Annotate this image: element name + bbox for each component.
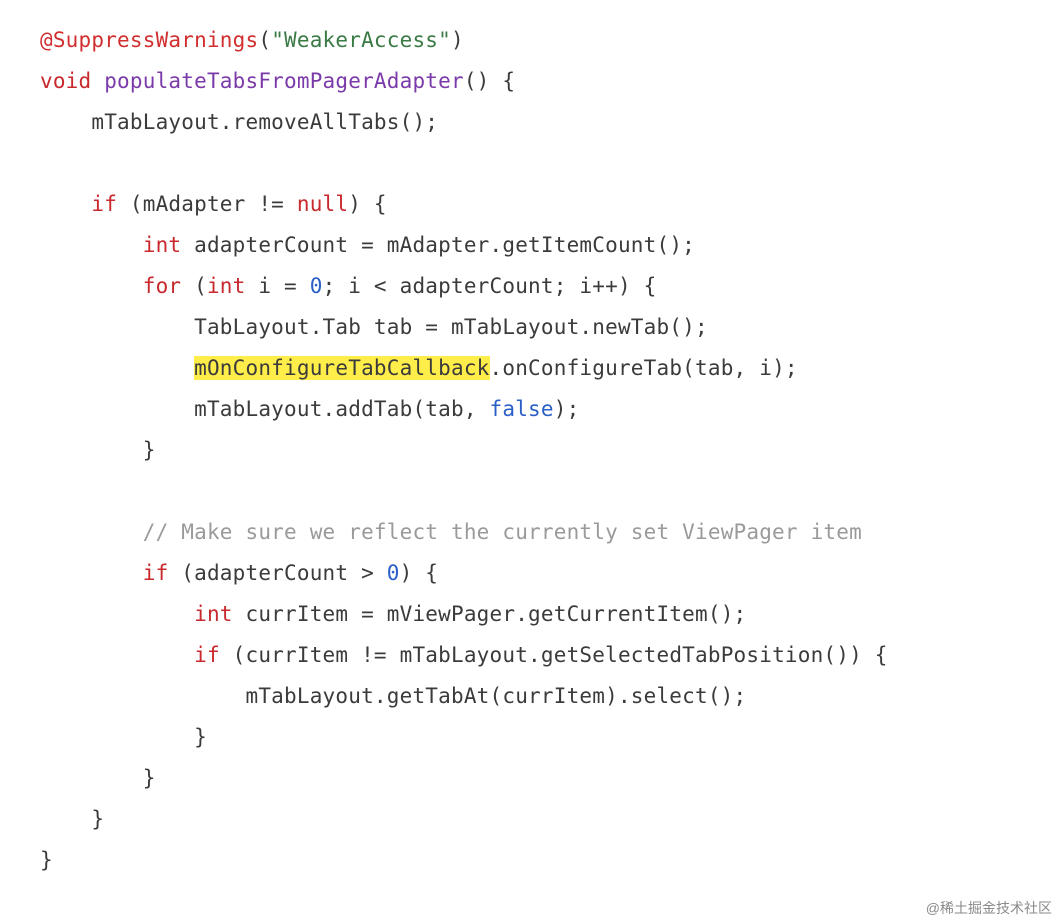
code-line: mOnConfigureTabCallback.onConfigureTab(t…: [40, 356, 798, 380]
keyword-token: if: [194, 643, 220, 667]
text-token: (currItem != mTabLayout.getSelectedTabPo…: [220, 643, 888, 667]
watermark-text: @稀土掘金技术社区: [926, 898, 1052, 918]
code-line: // Make sure we reflect the currently se…: [40, 520, 862, 544]
code-line: TabLayout.Tab tab = mTabLayout.newTab();: [40, 315, 708, 339]
indent-token: [40, 274, 143, 298]
code-line: }: [40, 766, 156, 790]
type-token: int: [143, 233, 182, 257]
code-line: }: [40, 848, 53, 872]
code-line: mTabLayout.getTabAt(currItem).select();: [40, 684, 746, 708]
indent-token: [40, 602, 194, 626]
code-line: if (currItem != mTabLayout.getSelectedTa…: [40, 643, 888, 667]
code-line: @SuppressWarnings("WeakerAccess"): [40, 28, 464, 52]
text-token: (adapterCount >: [168, 561, 386, 585]
method-decl-token: populateTabsFromPagerAdapter: [91, 69, 463, 93]
highlighted-token: mOnConfigureTabCallback: [194, 356, 489, 380]
code-line: int currItem = mViewPager.getCurrentItem…: [40, 602, 746, 626]
text-token: ; i < adapterCount; i++) {: [323, 274, 657, 298]
text-token: );: [554, 397, 580, 421]
code-line: mTabLayout.addTab(tab, false);: [40, 397, 579, 421]
code-line: void populateTabsFromPagerAdapter() {: [40, 69, 515, 93]
number-token: 0: [387, 561, 400, 585]
code-block: @SuppressWarnings("WeakerAccess") void p…: [0, 0, 1060, 901]
punct-token: ): [451, 28, 464, 52]
comment-token: // Make sure we reflect the currently se…: [143, 520, 862, 544]
text-token: () {: [464, 69, 515, 93]
indent-token: [40, 356, 194, 380]
text-token: (: [181, 274, 207, 298]
code-line: if (mAdapter != null) {: [40, 192, 387, 216]
code-line: }: [40, 807, 104, 831]
code-line: mTabLayout.removeAllTabs();: [40, 110, 438, 134]
text-token: ) {: [400, 561, 439, 585]
text-token: currItem = mViewPager.getCurrentItem();: [233, 602, 747, 626]
text-token: adapterCount = mAdapter.getItemCount();: [181, 233, 695, 257]
indent-token: [40, 561, 143, 585]
text-token: .onConfigureTab(tab, i);: [490, 356, 798, 380]
text-token: mTabLayout.addTab(tab,: [40, 397, 490, 421]
indent-token: [40, 233, 143, 257]
keyword-token: null: [297, 192, 348, 216]
keyword-token: void: [40, 69, 91, 93]
type-token: int: [207, 274, 246, 298]
code-line: if (adapterCount > 0) {: [40, 561, 438, 585]
string-token: "WeakerAccess": [271, 28, 451, 52]
code-line: }: [40, 438, 156, 462]
keyword-token: for: [143, 274, 182, 298]
indent-token: [40, 643, 194, 667]
annotation-token: @SuppressWarnings: [40, 28, 258, 52]
text-token: ) {: [348, 192, 387, 216]
keyword-token: if: [91, 192, 117, 216]
text-token: (mAdapter !=: [117, 192, 297, 216]
literal-token: false: [490, 397, 554, 421]
text-token: i =: [246, 274, 310, 298]
indent-token: [40, 192, 91, 216]
code-line: }: [40, 725, 207, 749]
number-token: 0: [310, 274, 323, 298]
indent-token: [40, 520, 143, 544]
code-line: for (int i = 0; i < adapterCount; i++) {: [40, 274, 656, 298]
keyword-token: if: [143, 561, 169, 585]
punct-token: (: [258, 28, 271, 52]
code-line: int adapterCount = mAdapter.getItemCount…: [40, 233, 695, 257]
type-token: int: [194, 602, 233, 626]
